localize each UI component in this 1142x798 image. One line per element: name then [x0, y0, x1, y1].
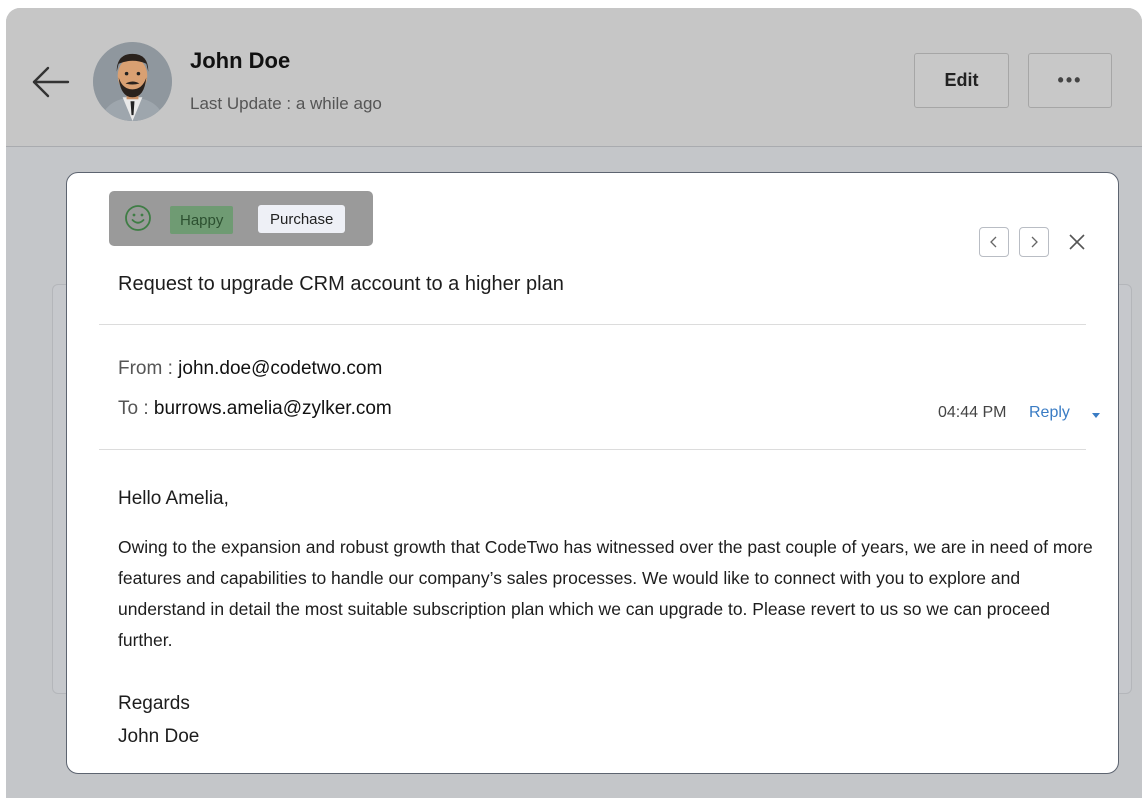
- chevron-left-icon: [990, 236, 997, 248]
- next-email-button[interactable]: [1019, 227, 1049, 257]
- from-address[interactable]: john.doe@codetwo.com: [178, 358, 382, 379]
- email-tags: Happy Purchase: [109, 191, 373, 246]
- email-signoff: Regards John Doe: [118, 687, 199, 753]
- contact-name: John Doe: [190, 48, 291, 73]
- edit-button[interactable]: Edit: [914, 53, 1009, 108]
- to-row: To : burrows.amelia@zylker.com: [118, 398, 392, 420]
- divider: [99, 324, 1086, 325]
- email-subject: Request to upgrade CRM account to a high…: [118, 273, 564, 295]
- from-row: From : john.doe@codetwo.com: [118, 358, 382, 380]
- to-label: To :: [118, 398, 154, 419]
- divider: [99, 449, 1086, 450]
- email-greeting: Hello Amelia,: [118, 488, 229, 509]
- category-tag: Purchase: [258, 205, 346, 233]
- caret-down-icon[interactable]: [1089, 408, 1103, 422]
- sentiment-tag: Happy: [170, 206, 234, 234]
- close-icon[interactable]: [1065, 230, 1089, 254]
- last-update-text: Last Update : a while ago: [190, 94, 382, 113]
- chevron-right-icon: [1031, 236, 1038, 248]
- avatar: [93, 42, 172, 121]
- to-address[interactable]: burrows.amelia@zylker.com: [154, 398, 392, 419]
- reply-button[interactable]: Reply: [1029, 404, 1070, 422]
- email-body: Owing to the expansion and robust growth…: [118, 537, 1093, 650]
- contact-header: John Doe Last Update : a while ago Edit …: [6, 8, 1142, 147]
- email-signature: John Doe: [118, 726, 200, 747]
- from-label: From :: [118, 358, 179, 379]
- back-arrow-icon[interactable]: [30, 64, 72, 100]
- email-time: 04:44 PM: [938, 404, 1007, 421]
- previous-email-button[interactable]: [979, 227, 1009, 257]
- more-options-button[interactable]: •••: [1028, 53, 1112, 108]
- smiley-icon: [125, 205, 151, 231]
- email-closing: Regards: [118, 693, 190, 714]
- email-detail-modal: Happy Purchase Request to upgrade CRM ac…: [66, 172, 1119, 774]
